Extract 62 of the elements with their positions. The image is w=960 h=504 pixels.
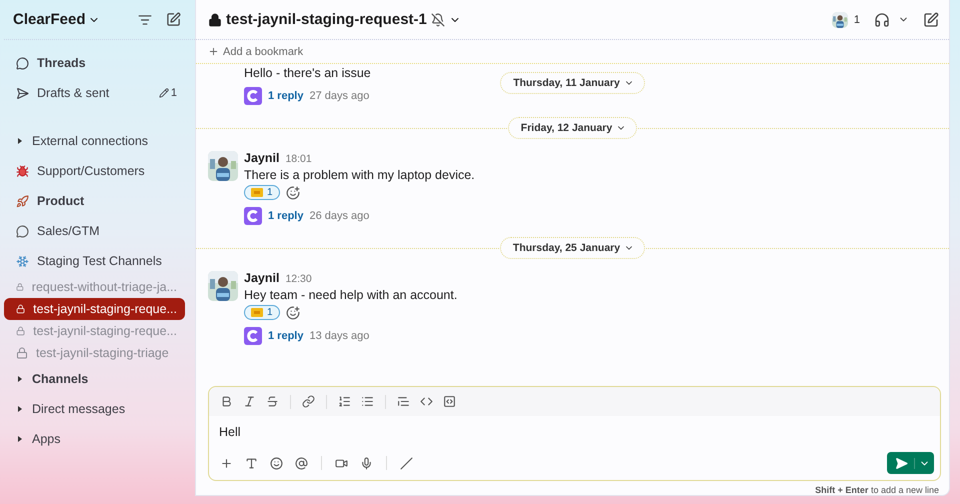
speech-bubble-icon	[16, 224, 29, 238]
draft-count: 1	[158, 87, 177, 99]
app-logo-icon	[244, 87, 262, 105]
sidebar-item[interactable]: Apps	[4, 424, 185, 454]
caret-icon	[16, 435, 24, 443]
add-bookmark-button[interactable]: Add a bookmark	[208, 46, 304, 58]
rocket-icon	[16, 194, 29, 208]
reply-age: 27 days ago	[309, 90, 370, 102]
message-input[interactable]: Hell	[219, 422, 930, 442]
caret-icon	[16, 405, 24, 413]
workspace-menu[interactable]: ClearFeed	[13, 11, 138, 28]
reply-link[interactable]: 1 reply	[268, 90, 304, 102]
add-reaction-icon[interactable]	[286, 186, 300, 200]
threads-icon	[16, 56, 29, 70]
message-time: 18:01	[285, 153, 312, 165]
sidebar-item[interactable]: Support/Customers	[4, 156, 185, 186]
app-logo-icon	[244, 207, 262, 225]
date-pill[interactable]: Friday, 12 January	[508, 117, 638, 139]
reaction-chip[interactable]: 1	[244, 185, 280, 200]
author-name[interactable]: Jaynil	[244, 151, 280, 165]
reply-age: 26 days ago	[309, 210, 370, 222]
message-text: There is a problem with my laptop device.	[244, 168, 475, 182]
app-logo-icon	[244, 327, 262, 345]
message-time: 12:30	[285, 273, 312, 285]
sidebar-item[interactable]: Direct messages	[4, 394, 185, 424]
channel-title[interactable]: test-jaynil-staging-request-1	[208, 11, 832, 28]
muted-bell-icon	[430, 12, 445, 26]
add-reaction-icon[interactable]	[286, 306, 300, 320]
lock-icon	[16, 347, 28, 359]
caret-icon	[16, 137, 24, 145]
sidebar-item[interactable]: Drafts & sent 1	[4, 78, 185, 108]
plus-icon	[208, 46, 219, 57]
author-name[interactable]: Jaynil	[244, 271, 280, 285]
reaction-chip[interactable]: 1	[244, 305, 280, 320]
sidebar-item[interactable]: External connections	[4, 126, 185, 156]
sidebar-item[interactable]: Sales/GTM	[4, 216, 185, 246]
sidebar-item[interactable]: Channels	[4, 364, 185, 394]
canvas-icon[interactable]	[923, 12, 939, 28]
sidebar-item[interactable]: Staging Test Channels	[4, 246, 185, 276]
message-text: Hey team - need help with an account.	[244, 288, 458, 302]
compose-icon[interactable]	[166, 12, 181, 27]
reply-link[interactable]: 1 reply	[268, 330, 304, 342]
members-button[interactable]: 1	[832, 12, 860, 28]
channel-item[interactable]: test-jaynil-staging-reque...	[4, 298, 185, 320]
message-text: Hello - there's an issue	[244, 66, 371, 80]
date-pill[interactable]: Thursday, 25 January	[500, 237, 646, 259]
sidebar-item[interactable]: Threads	[4, 48, 185, 78]
caret-icon	[16, 375, 24, 383]
ladybug-icon	[16, 164, 29, 178]
lock-icon	[16, 325, 26, 337]
ticket-icon	[251, 308, 263, 317]
keyboard-hint: Shift + Enter to add a new line	[814, 484, 940, 495]
snowflake-icon	[16, 254, 29, 268]
sidebar-item[interactable]: Product	[4, 186, 185, 216]
reply-age: 13 days ago	[309, 330, 370, 342]
lock-icon	[16, 303, 26, 315]
lock-icon	[208, 12, 222, 26]
reply-link[interactable]: 1 reply	[268, 210, 304, 222]
ticket-icon	[251, 188, 263, 197]
date-pill[interactable]: Thursday, 11 January	[500, 72, 645, 94]
lock-icon	[16, 281, 24, 293]
send-icon	[16, 86, 29, 100]
